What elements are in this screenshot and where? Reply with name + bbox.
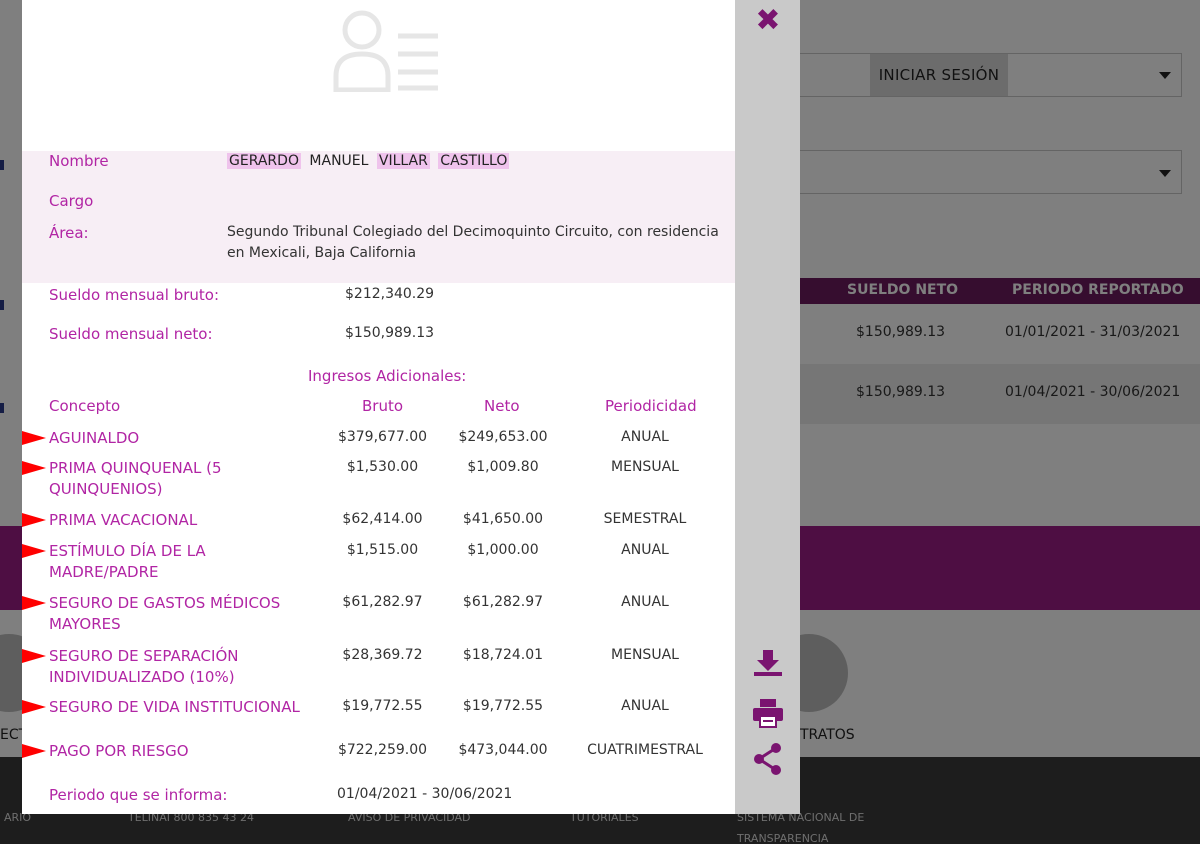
- concepto-cell: SEGURO DE GASTOS MÉDICOS MAYORES: [49, 594, 281, 633]
- concepto-cell: PRIMA QUINQUENAL (5 QUINQUENIOS): [49, 459, 222, 498]
- concepto-cell: SEGURO DE VIDA INSTITUCIONAL: [49, 698, 300, 716]
- neto-cell: $1,000.00: [467, 542, 539, 558]
- concepto-cell: PAGO POR RIESGO: [49, 742, 189, 760]
- header-concepto: Concepto: [49, 397, 121, 415]
- neto-cell: $41,650.00: [462, 511, 544, 527]
- periodicidad-cell: ANUAL: [621, 594, 669, 610]
- ingresos-title: Ingresos Adicionales:: [308, 367, 467, 385]
- periodicidad-cell: ANUAL: [621, 542, 669, 558]
- arrow-marker-icon: [22, 649, 46, 663]
- name-value: GERARDO MANUEL VILLAR CASTILLO: [227, 153, 513, 169]
- arrow-marker-icon: [22, 431, 46, 445]
- neto-cell: $1,009.80: [467, 459, 539, 475]
- salary-detail-modal: Nombre GERARDO MANUEL VILLAR CASTILLO Ca…: [22, 0, 800, 814]
- name-part: VILLAR: [376, 153, 430, 169]
- download-icon[interactable]: [751, 646, 785, 680]
- concepto-cell: SEGURO DE SEPARACIÓN INDIVIDUALIZADO (10…: [49, 647, 239, 686]
- label-area: Área:: [49, 224, 89, 242]
- bruto-cell: $722,259.00: [337, 742, 428, 758]
- periodicidad-cell: SEMESTRAL: [603, 511, 687, 527]
- share-icon[interactable]: [751, 742, 785, 776]
- concepto-cell: ESTÍMULO DÍA DE LA MADRE/PADRE: [49, 542, 206, 581]
- person-card-icon: [333, 10, 438, 92]
- label-sueldo-neto: Sueldo mensual neto:: [49, 325, 213, 343]
- arrow-marker-icon: [22, 700, 46, 714]
- neto-cell: $61,282.97: [462, 594, 544, 610]
- header-bruto: Bruto: [362, 397, 404, 415]
- area-value: Segundo Tribunal Colegiado del Decimoqui…: [227, 224, 719, 261]
- periodicidad-cell: CUATRIMESTRAL: [587, 742, 703, 758]
- arrow-marker-icon: [22, 596, 46, 610]
- bruto-cell: $379,677.00: [337, 429, 428, 445]
- periodicidad-cell: MENSUAL: [611, 459, 679, 475]
- label-cargo: Cargo: [49, 192, 94, 210]
- periodicidad-cell: ANUAL: [621, 698, 669, 714]
- header-periodicidad: Periodicidad: [605, 397, 697, 415]
- name-part: GERARDO: [227, 153, 301, 169]
- close-icon[interactable]: ✖: [753, 6, 783, 36]
- sueldo-bruto-value: $212,340.29: [345, 286, 435, 302]
- concepto-cell: PRIMA VACACIONAL: [49, 511, 198, 529]
- sueldo-neto-value: $150,989.13: [345, 325, 435, 341]
- name-part: CASTILLO: [438, 153, 510, 169]
- bruto-cell: $62,414.00: [342, 511, 423, 527]
- bruto-cell: $1,515.00: [346, 542, 419, 558]
- arrow-marker-icon: [22, 744, 46, 758]
- neto-cell: $249,653.00: [458, 429, 548, 445]
- periodicidad-cell: MENSUAL: [611, 647, 679, 663]
- periodicidad-cell: ANUAL: [621, 429, 669, 445]
- neto-cell: $19,772.55: [462, 698, 544, 714]
- concepto-cell: AGUINALDO: [49, 429, 140, 447]
- bruto-cell: $1,530.00: [346, 459, 419, 475]
- name-part: MANUEL: [309, 153, 369, 169]
- arrow-marker-icon: [22, 544, 46, 558]
- label-nombre: Nombre: [49, 152, 109, 170]
- modal-side-panel: [735, 0, 800, 814]
- arrow-marker-icon: [22, 461, 46, 475]
- neto-cell: $18,724.01: [462, 647, 544, 663]
- bruto-cell: $19,772.55: [342, 698, 423, 714]
- neto-cell: $473,044.00: [458, 742, 548, 758]
- bruto-cell: $61,282.97: [342, 594, 423, 610]
- header-neto: Neto: [484, 397, 520, 415]
- periodo-value: 01/04/2021 - 30/06/2021: [337, 786, 513, 802]
- arrow-marker-icon: [22, 513, 46, 527]
- bruto-cell: $28,369.72: [342, 647, 423, 663]
- label-periodo: Periodo que se informa:: [49, 786, 228, 804]
- label-sueldo-bruto: Sueldo mensual bruto:: [49, 286, 219, 304]
- print-icon[interactable]: [751, 696, 785, 730]
